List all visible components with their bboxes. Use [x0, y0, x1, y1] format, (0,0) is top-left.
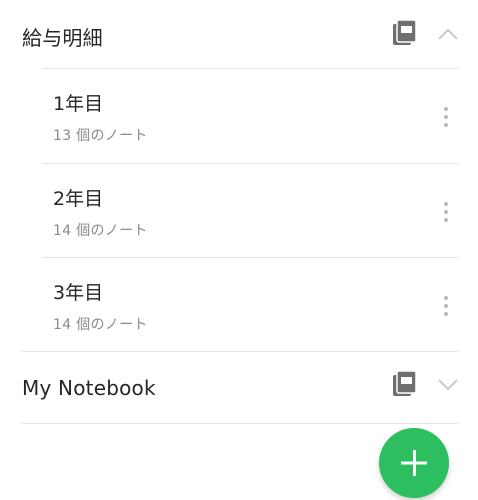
add-notebook-button[interactable]	[379, 428, 449, 498]
notebook-item-2nenme[interactable]: 2年目 14 個のノート	[42, 164, 458, 258]
notebook-item-1nenme[interactable]: 1年目 13 個のノート	[42, 69, 458, 163]
more-vert-icon[interactable]	[438, 105, 454, 129]
notebook-item-3nenme[interactable]: 3年目 14 個のノート	[42, 258, 458, 352]
stack-title: My Notebook	[22, 376, 156, 400]
notebook-stack-icon[interactable]	[392, 19, 418, 46]
more-vert-icon[interactable]	[438, 294, 454, 318]
divider	[22, 423, 458, 424]
stack-header-my-notebook[interactable]: My Notebook	[0, 356, 478, 416]
notebook-stack-icon[interactable]	[392, 370, 418, 397]
notebook-list-screen: 給与明細 1年目 13 個のノート 2年目 14 個のノート 3年目 14 個の…	[0, 0, 478, 500]
notebook-title: 2年目	[53, 188, 104, 210]
notebook-note-count: 14 個のノート	[53, 223, 148, 239]
chevron-down-icon[interactable]	[437, 376, 459, 391]
notebook-note-count: 13 個のノート	[53, 128, 148, 144]
chevron-up-icon[interactable]	[437, 26, 459, 40]
more-vert-icon[interactable]	[438, 200, 454, 224]
notebook-title: 1年目	[53, 93, 104, 115]
divider	[22, 351, 458, 352]
notebook-title: 3年目	[53, 282, 104, 304]
stack-header-kyuyo[interactable]: 給与明細	[0, 4, 478, 64]
plus-icon	[379, 428, 449, 498]
notebook-note-count: 14 個のノート	[53, 317, 148, 333]
stack-title: 給与明細	[22, 26, 103, 50]
